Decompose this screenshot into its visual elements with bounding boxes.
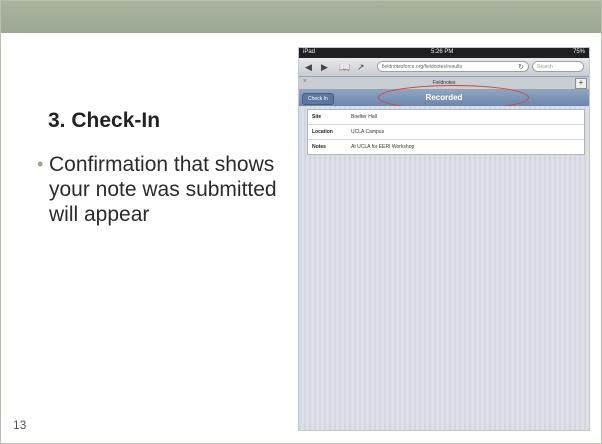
new-tab-button[interactable]: + <box>575 78 587 89</box>
bullet-item: • Confirmation that shows your note was … <box>37 152 289 227</box>
bookmarks-icon[interactable]: 📖 <box>339 61 350 73</box>
table-row: Site Boelter Hall <box>308 110 584 125</box>
bullet-dot-icon: • <box>37 154 44 174</box>
url-text: fieldnotesforce.org/fieldnotes/results <box>382 64 463 70</box>
search-input[interactable]: Search <box>532 61 584 72</box>
row-value: UCLA Campus <box>351 129 385 135</box>
slide-title: 3. Check-In <box>48 109 161 132</box>
clock: 5:26 PM <box>431 49 454 55</box>
page-number: 13 <box>13 418 27 432</box>
detail-table: Site Boelter Hall Location UCLA Campus N… <box>307 109 585 155</box>
row-value: Boelter Hall <box>351 114 377 120</box>
reload-icon[interactable]: ↻ <box>518 62 524 73</box>
address-bar[interactable]: fieldnotesforce.org/fieldnotes/results ↻ <box>377 61 529 72</box>
content-area: Site Boelter Hall Location UCLA Campus N… <box>299 106 589 430</box>
app-nav-bar: Check In Recorded <box>299 85 589 110</box>
row-label: Notes <box>312 144 326 150</box>
slide: 3. Check-In • Confirmation that shows yo… <box>0 0 602 444</box>
forward-arrow-icon[interactable]: ▶ <box>321 61 328 73</box>
table-row: Location UCLA Campus <box>308 125 584 140</box>
row-label: Location <box>312 129 333 135</box>
bullet-text: Confirmation that shows your note was su… <box>49 153 277 226</box>
battery-label: 75% <box>572 49 585 55</box>
row-label: Site <box>312 114 322 120</box>
share-icon[interactable]: ↗ <box>357 61 365 73</box>
browser-toolbar: ◀ ▶ 📖 ↗ fieldnotesforce.org/fieldnotes/r… <box>299 58 589 77</box>
table-row: Notes At UCLA for EERI Workshop <box>308 140 584 154</box>
ipad-screenshot: iPad 5:26 PM 75% ◀ ▶ 📖 ↗ fieldnotesforce… <box>298 47 590 431</box>
carrier-label: iPad <box>303 49 316 55</box>
slide-header-bar <box>1 1 601 33</box>
status-bar: iPad 5:26 PM 75% <box>299 48 589 58</box>
row-value: At UCLA for EERI Workshop <box>351 144 415 150</box>
back-arrow-icon[interactable]: ◀ <box>305 61 312 73</box>
